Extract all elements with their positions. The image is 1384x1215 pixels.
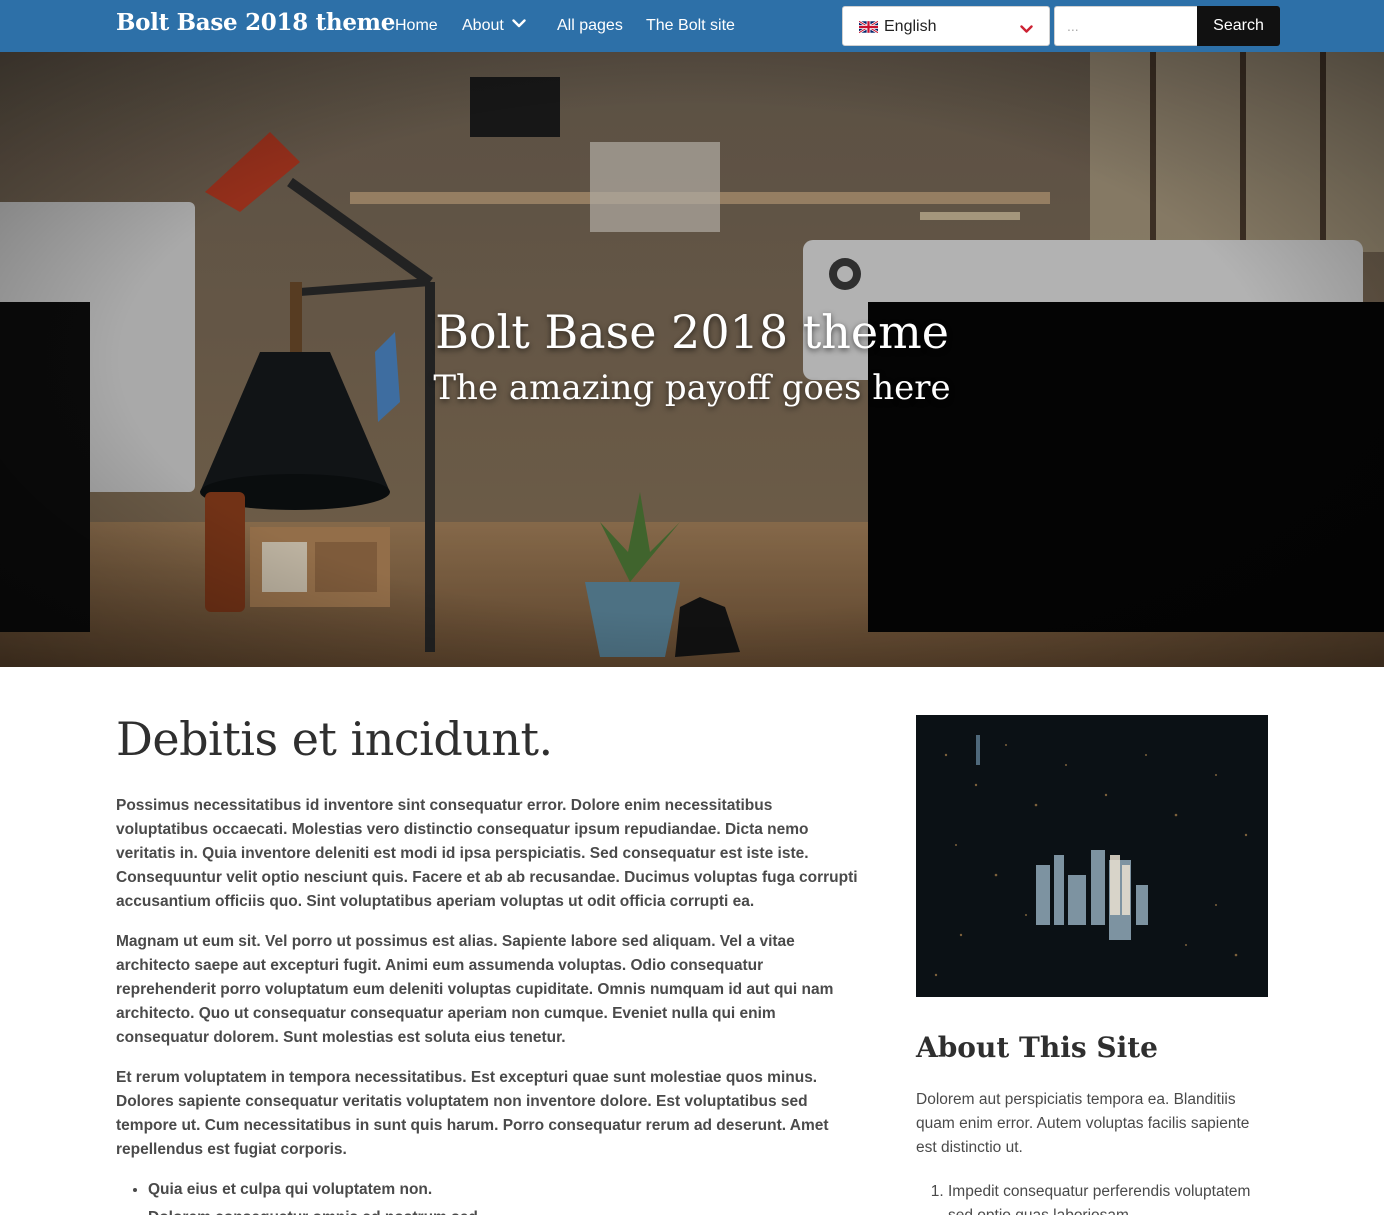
search-input[interactable] [1054,6,1197,46]
nav-about[interactable]: About [462,17,526,35]
hero-banner: Bolt Base 2018 theme The amazing payoff … [0,52,1384,667]
article-title: Debitis et incidunt. [116,712,553,766]
main-content: Debitis et incidunt. Possimus necessitat… [116,712,861,1215]
uk-flag-icon [858,20,879,34]
hero-title: Bolt Base 2018 theme [435,305,949,359]
list-item: Quia eius et culpa qui voluptatem non. [148,1178,861,1202]
sidebar-list: Impedit consequatur perferendis voluptat… [948,1180,1268,1215]
top-navbar: Bolt Base 2018 theme Home About All page… [0,0,1384,52]
language-select[interactable]: English [842,6,1050,46]
hero-office-photo [0,52,1384,667]
nav-all-pages[interactable]: All pages [557,17,623,35]
site-brand[interactable]: Bolt Base 2018 theme [116,9,395,36]
chevron-down-icon [1020,21,1033,39]
nav-bolt-site[interactable]: The Bolt site [646,17,735,35]
sidebar-text: Dolorem aut perspiciatis tempora ea. Bla… [916,1091,1250,1156]
city-night-image [916,715,1268,997]
chevron-down-icon [512,15,526,33]
search-button[interactable]: Search [1197,6,1280,46]
sidebar: About This Site Dolorem aut perspiciatis… [916,715,1268,1215]
article-paragraph: Magnam ut eum sit. Vel porro ut possimus… [116,933,834,1046]
article-paragraph: Possimus necessitatibus id inventore sin… [116,797,858,910]
article-list: Quia eius et culpa qui voluptatem non. D… [148,1178,861,1215]
nav-about-label: About [462,17,504,35]
list-item: Dolorem consequatur omnis ad nostrum sed… [148,1206,861,1215]
article-paragraph: Et rerum voluptatem in tempora necessita… [116,1069,829,1158]
language-select-value: English [884,18,937,35]
list-item: Impedit consequatur perferendis voluptat… [948,1180,1268,1215]
hero-subtitle: The amazing payoff goes here [433,368,951,408]
nav-home[interactable]: Home [395,17,438,35]
sidebar-title: About This Site [916,1031,1158,1064]
